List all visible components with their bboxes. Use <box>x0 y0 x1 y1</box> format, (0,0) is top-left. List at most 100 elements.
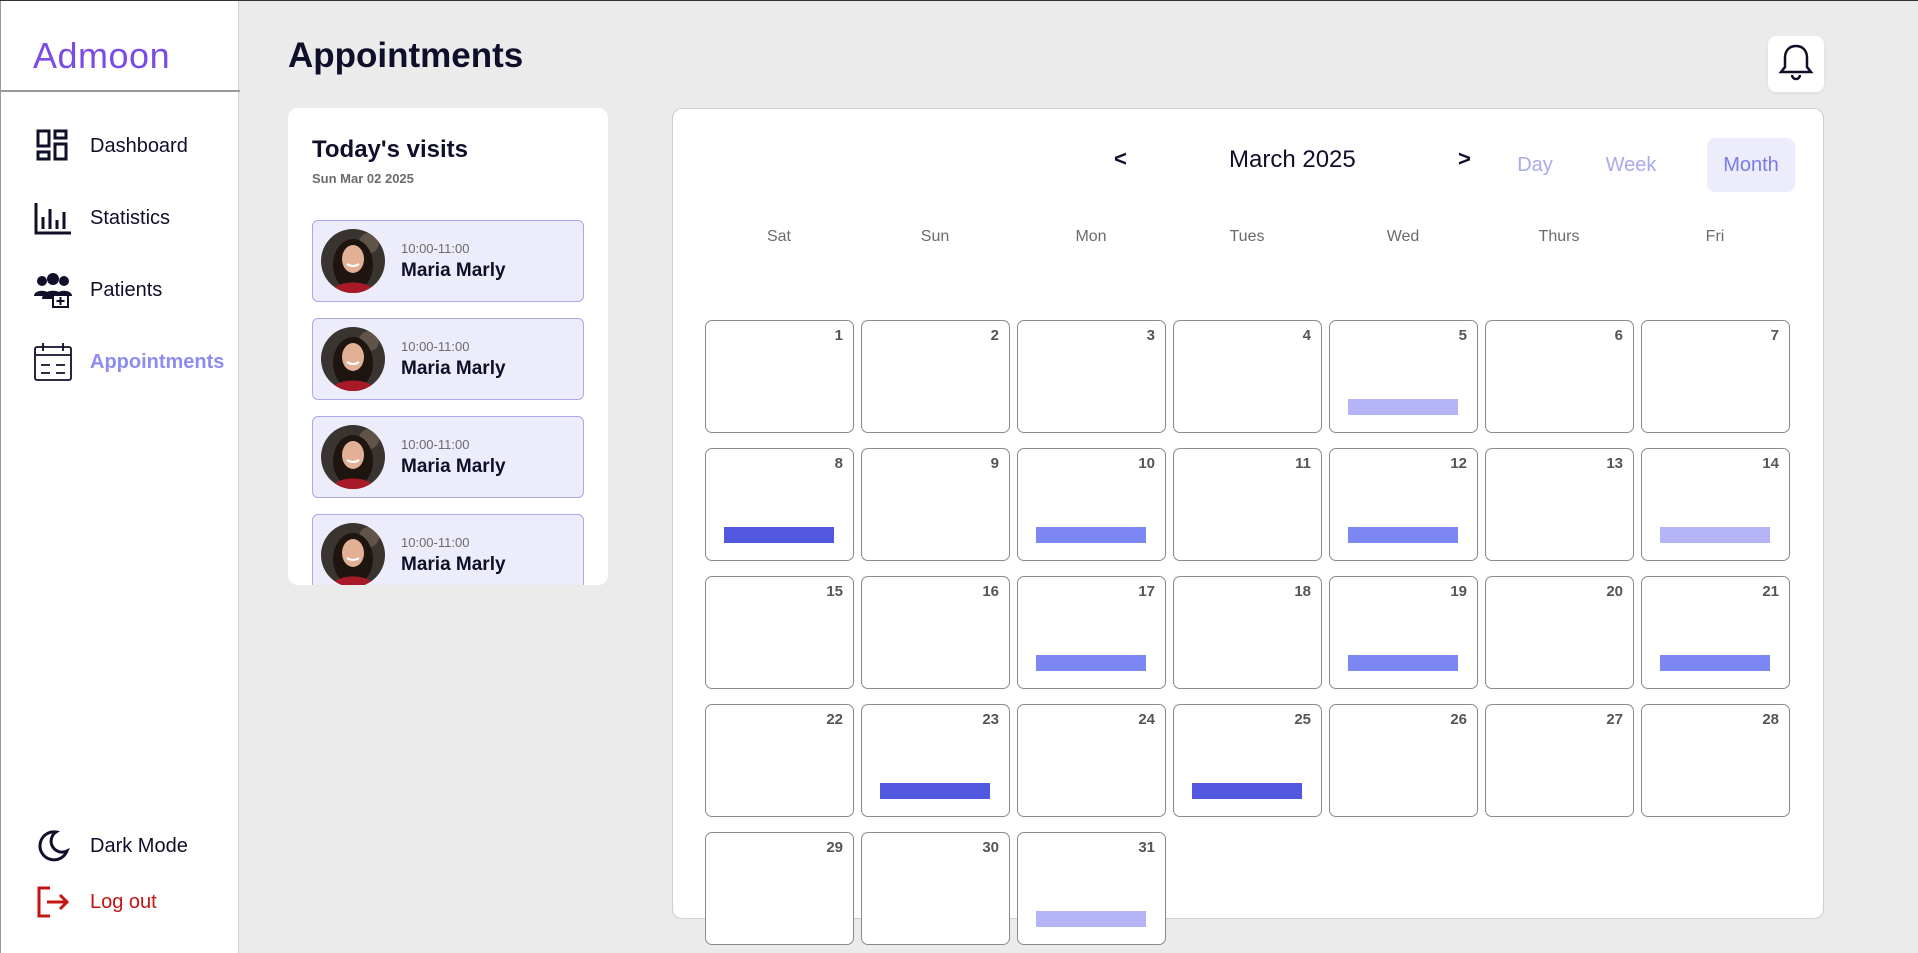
sidebar-item-label: Statistics <box>90 206 171 229</box>
day-number: 23 <box>982 711 999 728</box>
day-number: 29 <box>826 839 843 856</box>
next-month-button[interactable]: > <box>1458 146 1471 172</box>
appointment-event-bar[interactable] <box>1036 655 1146 671</box>
prev-month-button[interactable]: < <box>1114 146 1127 172</box>
avatar <box>321 229 385 293</box>
calendar-day-cell[interactable]: 26 <box>1329 704 1478 817</box>
avatar <box>321 425 385 489</box>
calendar-day-cell[interactable]: 30 <box>861 832 1010 945</box>
calendar-day-cell[interactable]: 3 <box>1017 320 1166 433</box>
day-number: 27 <box>1606 711 1623 728</box>
weekday-label: Wed <box>1386 228 1420 245</box>
day-number: 6 <box>1614 327 1623 344</box>
calendar-day-cell[interactable]: 21 <box>1641 576 1790 689</box>
day-number: 28 <box>1762 711 1779 728</box>
view-day-button[interactable]: Day <box>1510 138 1560 192</box>
calendar-day-cell[interactable]: 20 <box>1485 576 1634 689</box>
calendar-day-cell[interactable]: 14 <box>1641 448 1790 561</box>
visits-title: Today's visits <box>312 136 468 163</box>
visit-patient-name: Maria Marly <box>401 553 506 575</box>
sidebar-item-label: Patients <box>90 278 163 301</box>
todays-visits-panel: Today's visits Sun Mar 02 2025 10:00-11:… <box>288 108 608 585</box>
day-number: 17 <box>1138 583 1155 600</box>
calendar-day-cell[interactable]: 24 <box>1017 704 1166 817</box>
window-top-border <box>0 0 1918 1</box>
visit-item[interactable]: 10:00-11:00 Maria Marly <box>312 220 584 302</box>
appointment-event-bar[interactable] <box>880 783 990 799</box>
calendar-day-cell[interactable]: 17 <box>1017 576 1166 689</box>
appointment-event-bar[interactable] <box>1660 527 1770 543</box>
calendar-day-cell[interactable]: 9 <box>861 448 1010 561</box>
patients-icon <box>33 270 73 310</box>
appointment-event-bar[interactable] <box>1192 783 1302 799</box>
moon-icon <box>33 826 73 866</box>
calendar-day-cell[interactable]: 6 <box>1485 320 1634 433</box>
calendar-day-cell[interactable]: 15 <box>705 576 854 689</box>
calendar-day-cell[interactable]: 28 <box>1641 704 1790 817</box>
appointment-event-bar[interactable] <box>724 527 834 543</box>
calendar-day-cell[interactable]: 25 <box>1173 704 1322 817</box>
weekday-label: Tues <box>1229 228 1265 245</box>
avatar <box>321 523 385 585</box>
sidebar-item-dashboard[interactable]: Dashboard <box>33 126 188 166</box>
day-number: 4 <box>1302 327 1311 344</box>
appointment-event-bar[interactable] <box>1348 527 1458 543</box>
day-number: 1 <box>834 327 843 344</box>
appointment-event-bar[interactable] <box>1660 655 1770 671</box>
calendar-day-cell[interactable]: 18 <box>1173 576 1322 689</box>
calendar-day-cell[interactable]: 5 <box>1329 320 1478 433</box>
notifications-button[interactable] <box>1768 36 1824 92</box>
day-number: 8 <box>834 455 843 472</box>
day-number: 20 <box>1606 583 1623 600</box>
dark-mode-toggle[interactable]: Dark Mode <box>33 826 188 866</box>
calendar-day-cell[interactable]: 4 <box>1173 320 1322 433</box>
day-number: 15 <box>826 583 843 600</box>
day-number: 9 <box>990 455 999 472</box>
logout-label: Log out <box>90 890 157 913</box>
calendar-day-cell[interactable]: 10 <box>1017 448 1166 561</box>
calendar-day-cell[interactable]: 12 <box>1329 448 1478 561</box>
weekday-label: Mon <box>1075 228 1107 245</box>
calendar-day-cell[interactable]: 13 <box>1485 448 1634 561</box>
calendar-icon <box>33 342 73 382</box>
sidebar-item-patients[interactable]: Patients <box>33 270 162 310</box>
calendar-day-cell[interactable]: 7 <box>1641 320 1790 433</box>
appointment-event-bar[interactable] <box>1036 527 1146 543</box>
day-number: 18 <box>1294 583 1311 600</box>
calendar-day-cell[interactable]: 31 <box>1017 832 1166 945</box>
weekday-label: Sun <box>920 228 950 245</box>
visit-item[interactable]: 10:00-11:00 Maria Marly <box>312 318 584 400</box>
sidebar: Admoon Dashboard Statistics Patients App… <box>0 1 240 953</box>
calendar-day-cell[interactable]: 11 <box>1173 448 1322 561</box>
visit-time: 10:00-11:00 <box>401 534 470 550</box>
calendar-day-cell[interactable]: 2 <box>861 320 1010 433</box>
day-number: 11 <box>1295 455 1311 472</box>
calendar-day-cell[interactable]: 23 <box>861 704 1010 817</box>
sidebar-item-label: Appointments <box>90 350 225 373</box>
view-month-button[interactable]: Month <box>1707 138 1795 192</box>
day-number: 26 <box>1450 711 1467 728</box>
bell-icon <box>1778 43 1814 86</box>
calendar-day-cell[interactable]: 27 <box>1485 704 1634 817</box>
calendar-day-cell[interactable]: 22 <box>705 704 854 817</box>
logout-button[interactable]: Log out <box>33 882 157 922</box>
visit-time: 10:00-11:00 <box>401 240 470 256</box>
visit-item[interactable]: 10:00-11:00 Maria Marly <box>312 514 584 585</box>
calendar-day-cell[interactable]: 1 <box>705 320 854 433</box>
appointment-event-bar[interactable] <box>1348 655 1458 671</box>
app-logo: Admoon <box>33 35 171 76</box>
day-number: 12 <box>1450 455 1467 472</box>
calendar-day-cell[interactable]: 16 <box>861 576 1010 689</box>
view-week-button[interactable]: Week <box>1600 138 1662 192</box>
calendar-day-cell[interactable]: 29 <box>705 832 854 945</box>
sidebar-item-appointments[interactable]: Appointments <box>33 342 224 382</box>
visit-item[interactable]: 10:00-11:00 Maria Marly <box>312 416 584 498</box>
appointment-event-bar[interactable] <box>1036 911 1146 927</box>
calendar-day-cell[interactable]: 8 <box>705 448 854 561</box>
sidebar-item-statistics[interactable]: Statistics <box>33 198 170 238</box>
calendar-day-cell[interactable]: 19 <box>1329 576 1478 689</box>
weekday-label: Fri <box>1705 228 1725 245</box>
appointment-event-bar[interactable] <box>1348 399 1458 415</box>
visit-patient-name: Maria Marly <box>401 357 506 379</box>
dark-mode-label: Dark Mode <box>90 834 188 857</box>
